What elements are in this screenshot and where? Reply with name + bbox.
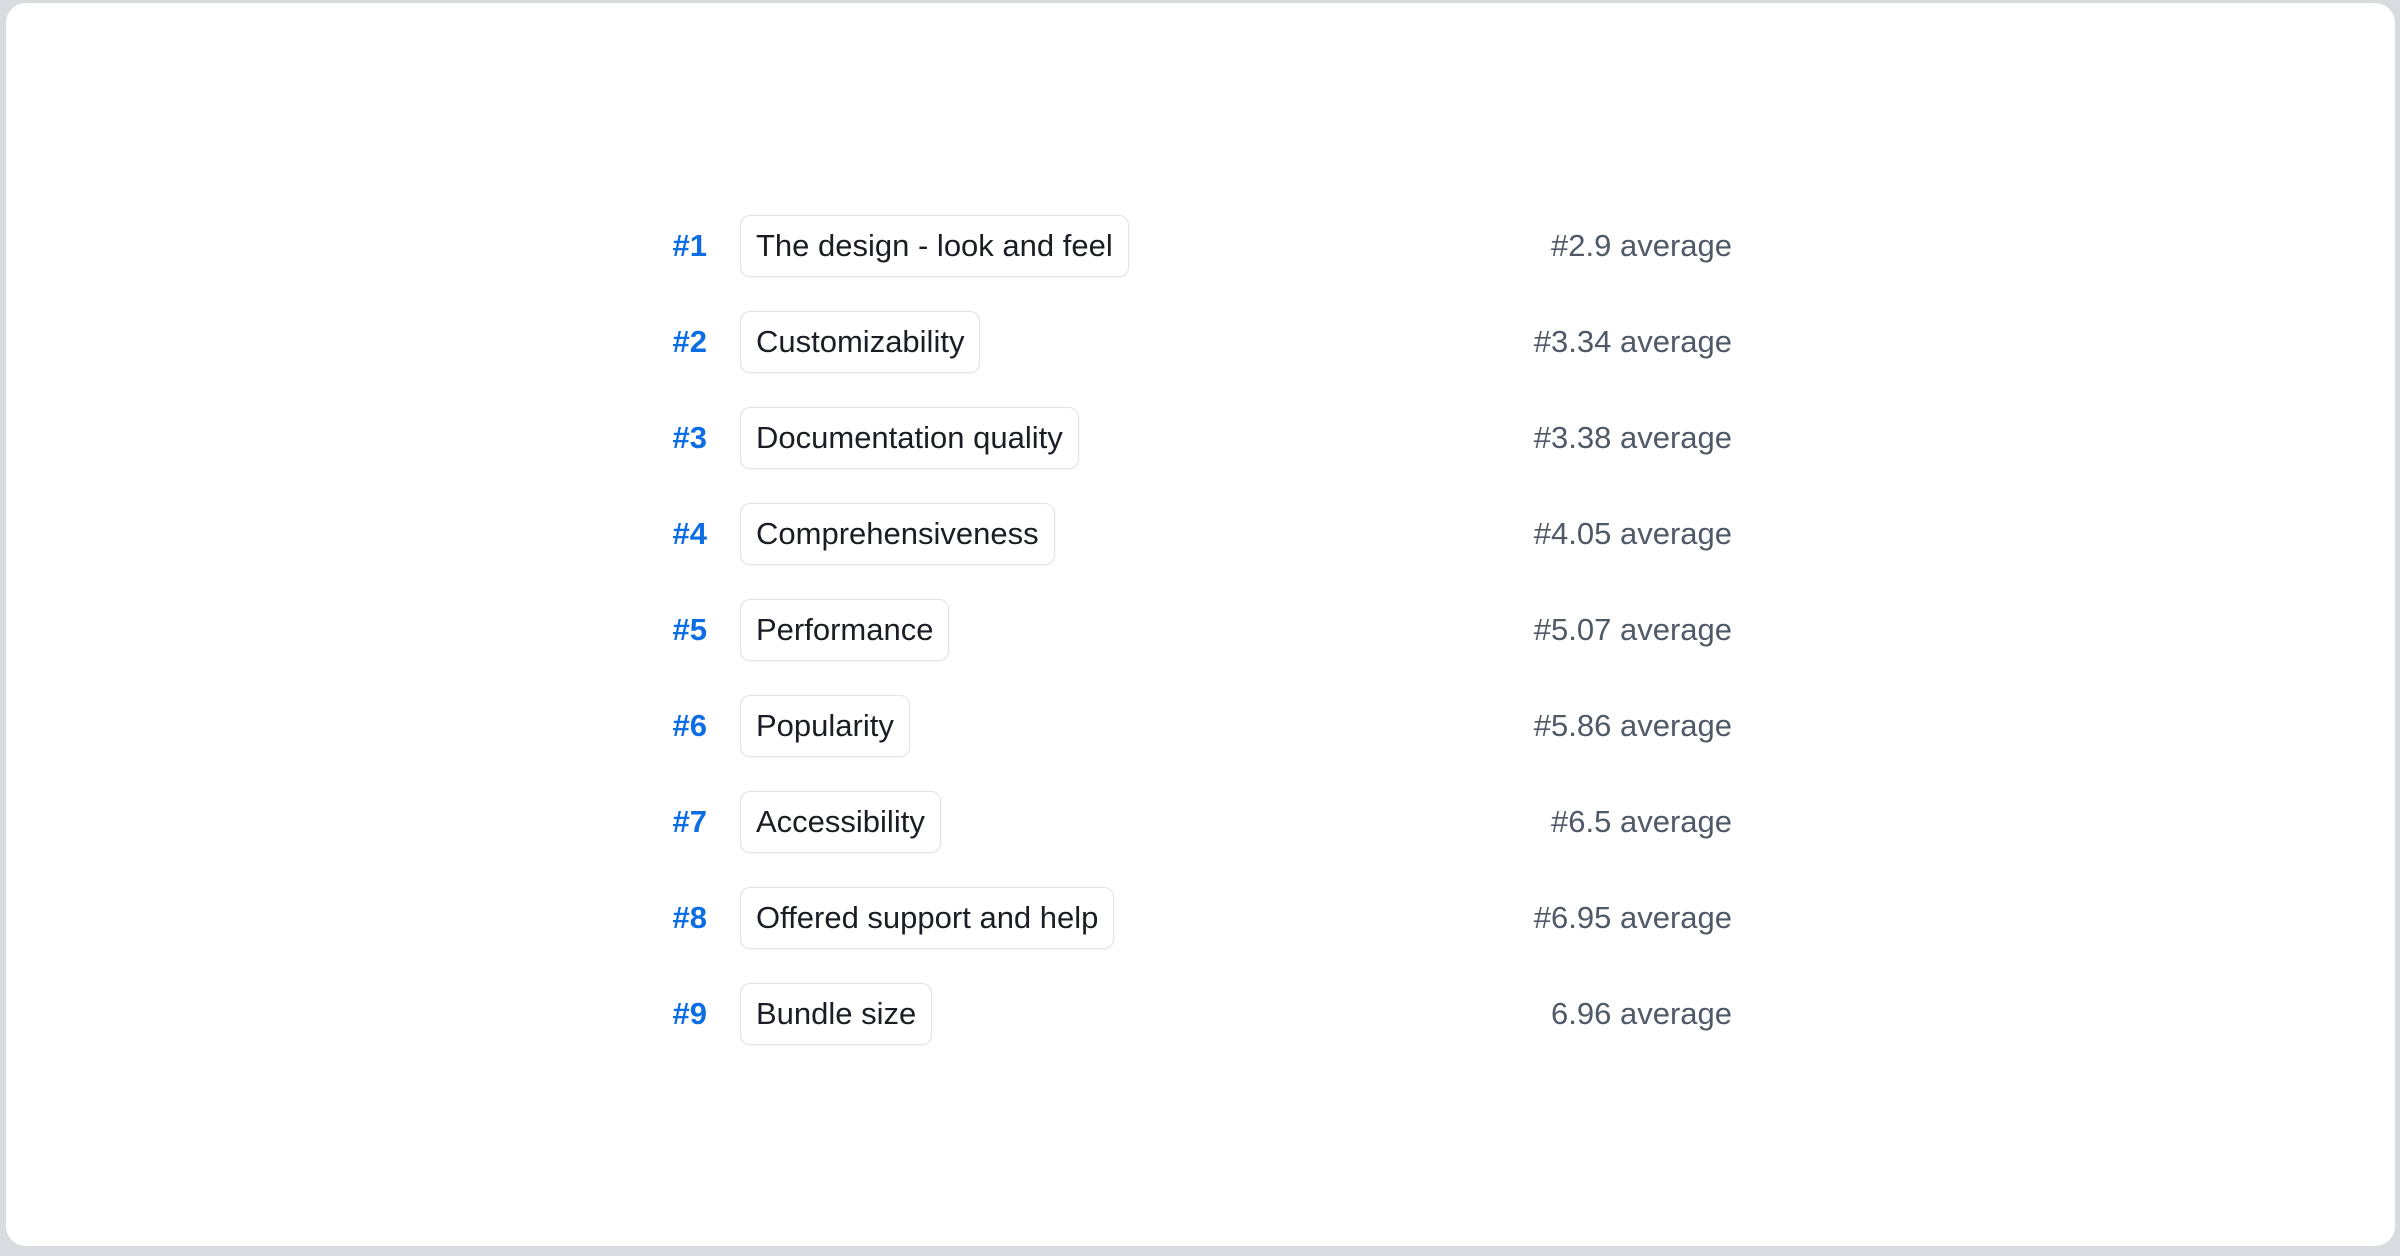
average-score: #3.38 average (1206, 390, 1732, 486)
ranking-option-chip: Customizability (740, 311, 980, 373)
ranking-option-label: Bundle size (756, 996, 916, 1032)
average-score: #6.95 average (1206, 870, 1732, 966)
average-score: #3.34 average (1206, 294, 1732, 390)
ranking-row: #9 Bundle size 6.96 average (6, 966, 2395, 1062)
ranking-row: #4 Comprehensiveness #4.05 average (6, 486, 2395, 582)
ranking-row: #1 The design - look and feel #2.9 avera… (6, 198, 2395, 294)
ranking-option-chip: Comprehensiveness (740, 503, 1055, 565)
ranking-option-chip: Performance (740, 599, 949, 661)
ranking-row: #3 Documentation quality #3.38 average (6, 390, 2395, 486)
rank-number: #1 (6, 198, 707, 294)
average-score: #4.05 average (1206, 486, 1732, 582)
ranking-row: #2 Customizability #3.34 average (6, 294, 2395, 390)
average-score: #5.86 average (1206, 678, 1732, 774)
ranking-option-chip: Accessibility (740, 791, 941, 853)
results-card: #1 The design - look and feel #2.9 avera… (6, 3, 2395, 1246)
rank-number: #6 (6, 678, 707, 774)
average-score: #6.5 average (1206, 774, 1732, 870)
rank-number: #3 (6, 390, 707, 486)
ranking-option-chip: Documentation quality (740, 407, 1079, 469)
ranking-option-label: Documentation quality (756, 420, 1063, 456)
rank-number: #7 (6, 774, 707, 870)
ranking-option-label: Popularity (756, 708, 894, 744)
ranking-option-label: Comprehensiveness (756, 516, 1039, 552)
average-score: #5.07 average (1206, 582, 1732, 678)
rank-number: #5 (6, 582, 707, 678)
ranking-row: #8 Offered support and help #6.95 averag… (6, 870, 2395, 966)
ranking-option-label: The design - look and feel (756, 228, 1113, 264)
ranking-option-label: Customizability (756, 324, 964, 360)
average-score: 6.96 average (1206, 966, 1732, 1062)
ranking-option-label: Offered support and help (756, 900, 1098, 936)
ranking-option-chip: The design - look and feel (740, 215, 1129, 277)
ranking-option-chip: Offered support and help (740, 887, 1114, 949)
ranking-option-chip: Bundle size (740, 983, 932, 1045)
ranking-row: #5 Performance #5.07 average (6, 582, 2395, 678)
ranking-row: #7 Accessibility #6.5 average (6, 774, 2395, 870)
rank-number: #9 (6, 966, 707, 1062)
ranking-results-list: #1 The design - look and feel #2.9 avera… (6, 198, 2395, 1062)
rank-number: #4 (6, 486, 707, 582)
ranking-row: #6 Popularity #5.86 average (6, 678, 2395, 774)
rank-number: #2 (6, 294, 707, 390)
rank-number: #8 (6, 870, 707, 966)
average-score: #2.9 average (1206, 198, 1732, 294)
ranking-option-chip: Popularity (740, 695, 910, 757)
ranking-option-label: Accessibility (756, 804, 925, 840)
ranking-option-label: Performance (756, 612, 933, 648)
